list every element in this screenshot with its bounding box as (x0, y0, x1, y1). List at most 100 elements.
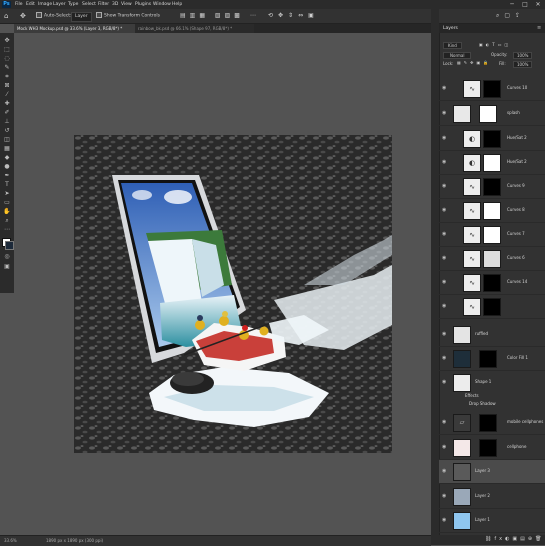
layer-mask-thumbnail[interactable] (483, 202, 501, 220)
hand-tool-icon[interactable]: ✋ (3, 208, 11, 215)
layer-name[interactable]: mobile cellphones (507, 419, 543, 425)
blur-tool-icon[interactable]: ◆ (3, 154, 11, 161)
move-tool-icon[interactable]: ✥ (3, 37, 11, 44)
move-tool-icon[interactable]: ✥ (20, 12, 26, 20)
eye-icon[interactable]: ◉ (442, 255, 448, 261)
layer-name[interactable]: splash (507, 110, 520, 116)
layer-mask-thumbnail[interactable] (483, 80, 501, 98)
menu-view[interactable]: View (121, 1, 132, 8)
eye-icon[interactable]: ◉ (442, 207, 448, 213)
eye-icon[interactable]: ◉ (442, 159, 448, 165)
folder-icon[interactable]: ▱ (453, 414, 471, 432)
eye-icon[interactable]: ◉ (442, 183, 448, 189)
marquee-tool-icon[interactable]: ⬚ (3, 46, 11, 53)
screen-mode-icon[interactable]: ▣ (3, 263, 11, 270)
eye-icon[interactable]: ◉ (442, 279, 448, 285)
menu-edit[interactable]: Edit (26, 1, 35, 8)
layer-row-layer-1[interactable]: ◉ Layer 1 (439, 509, 545, 533)
menu-file[interactable]: File (15, 1, 23, 8)
layer-name[interactable]: Curves 10 (507, 85, 527, 91)
layer-mask-thumbnail[interactable] (479, 414, 497, 432)
layer-name[interactable]: Hue/Sat 2 (507, 135, 527, 141)
eye-icon[interactable]: ◉ (442, 303, 448, 309)
eyedropper-icon[interactable]: ⁄ (3, 91, 11, 98)
path-select-icon[interactable]: ➤ (3, 190, 11, 197)
layer-name[interactable]: Layer 1 (475, 517, 490, 523)
menu-3d[interactable]: 3D (112, 1, 118, 8)
layer-mask-thumbnail[interactable] (483, 226, 501, 244)
drop-shadow-label[interactable]: Drop Shadow (469, 401, 496, 407)
healing-brush-icon[interactable]: ✚ (3, 100, 11, 107)
eye-icon[interactable]: ◉ (442, 379, 448, 385)
eye-icon[interactable]: ◉ (442, 517, 448, 523)
layer-row-splash[interactable]: ◉ splash (439, 102, 545, 126)
layer-thumbnail[interactable] (453, 463, 471, 481)
effects-label[interactable]: Effects (465, 393, 479, 399)
layer-row-shape-1[interactable]: ◉ Shape 1 (439, 371, 545, 392)
auto-select-checkbox[interactable]: Auto-Select: (36, 12, 72, 20)
more-tools-icon[interactable]: ⋯ (3, 226, 11, 233)
3d-mode-icons[interactable]: ⟲✥⇕⇔▣ (268, 12, 319, 20)
layer-name[interactable]: Layer 2 (475, 493, 490, 499)
layer-mask-thumbnail[interactable] (479, 439, 497, 457)
layer-row-hue-sat-a[interactable]: ◉ ◐ Hue/Sat 2 (439, 127, 545, 151)
layer-row-curves-8[interactable]: ◉ ∿ Curves 8 (439, 199, 545, 223)
layer-mask-thumbnail[interactable] (483, 178, 501, 196)
eraser-tool-icon[interactable]: ◫ (3, 136, 11, 143)
drop-shadow-row[interactable]: Drop Shadow (439, 401, 545, 409)
menu-type[interactable]: Type (68, 1, 78, 8)
menu-image[interactable]: Image (38, 1, 52, 8)
layers-tab[interactable]: Layers (443, 26, 458, 31)
eye-icon[interactable]: ◉ (442, 231, 448, 237)
menu-layer[interactable]: Layer (53, 1, 66, 8)
layer-row-mobile-group[interactable]: ◉ ▱ mobile cellphones (439, 411, 545, 435)
layer-row-curves-7[interactable]: ◉ ∿ Curves 7 (439, 223, 545, 247)
stamp-tool-icon[interactable]: ⊥ (3, 118, 11, 125)
menu-window[interactable]: Window (153, 1, 171, 8)
pen-tool-icon[interactable]: ✒ (3, 172, 11, 179)
panel-menu-icon[interactable]: ≡ (537, 25, 541, 31)
brush-tool-icon[interactable]: ✐ (3, 109, 11, 116)
menu-help[interactable]: Help (172, 1, 182, 8)
blend-mode-dropdown[interactable]: Normal (443, 52, 472, 59)
layer-row-curves-6[interactable]: ◉ ∿ Curves 6 (439, 247, 545, 271)
maximize-button[interactable]: □ (519, 0, 531, 9)
menu-select[interactable]: Select (82, 1, 96, 8)
layer-row-curves-14b[interactable]: ◉ ∿ (439, 295, 545, 319)
layer-thumbnail[interactable] (453, 326, 471, 344)
layer-thumbnail[interactable] (453, 512, 471, 530)
fill-field[interactable]: 100% (513, 61, 533, 68)
layer-mask-thumbnail[interactable] (483, 154, 501, 172)
eye-icon[interactable]: ◉ (442, 468, 448, 474)
layer-row-color-fill[interactable]: ◉ Color Fill 1 (439, 347, 545, 371)
eye-icon[interactable]: ◉ (442, 444, 448, 450)
document-canvas[interactable] (74, 135, 392, 453)
layer-name[interactable]: Shape 1 (475, 379, 491, 385)
eye-icon[interactable]: ◉ (442, 331, 448, 337)
layer-row-ruffled[interactable]: ◉ ruffled (439, 323, 545, 347)
layer-mask-thumbnail[interactable] (483, 250, 501, 268)
layer-thumbnail[interactable] (453, 105, 471, 123)
gradient-tool-icon[interactable]: ▦ (3, 145, 11, 152)
effects-row[interactable]: Effects (439, 393, 545, 400)
eye-icon[interactable]: ◉ (442, 419, 448, 425)
layer-name[interactable]: Curves 14 (507, 279, 527, 285)
eye-icon[interactable]: ◉ (442, 135, 448, 141)
quick-mask-icon[interactable]: ◎ (3, 253, 11, 260)
layer-row-layer-2[interactable]: ◉ Layer 2 (439, 485, 545, 509)
layer-row-curves-10[interactable]: ◉ ∿ Curves 10 (439, 77, 545, 101)
frame-tool-icon[interactable]: ⊠ (3, 82, 11, 89)
lock-icons[interactable]: ▦✎✥▣🔒 (457, 60, 491, 65)
home-icon[interactable]: ⌂ (4, 12, 8, 20)
close-button[interactable]: ✕ (532, 0, 544, 9)
layer-name[interactable]: Layer 3 (475, 468, 490, 474)
eye-icon[interactable]: ◉ (442, 493, 448, 499)
menu-plugins[interactable]: Plugins (135, 1, 151, 8)
share-icons[interactable]: ⌕▢⇪ (496, 12, 525, 20)
filter-icons[interactable]: ▣◐T▭◫ (479, 42, 511, 47)
layer-name[interactable]: cellphone (507, 444, 526, 450)
layer-row-curves-9[interactable]: ◉ ∿ Curves 9 (439, 175, 545, 199)
layer-name[interactable]: Curves 6 (507, 255, 525, 261)
smart-object-thumbnail[interactable] (453, 439, 471, 457)
auto-select-dropdown[interactable]: Layer (71, 12, 92, 22)
